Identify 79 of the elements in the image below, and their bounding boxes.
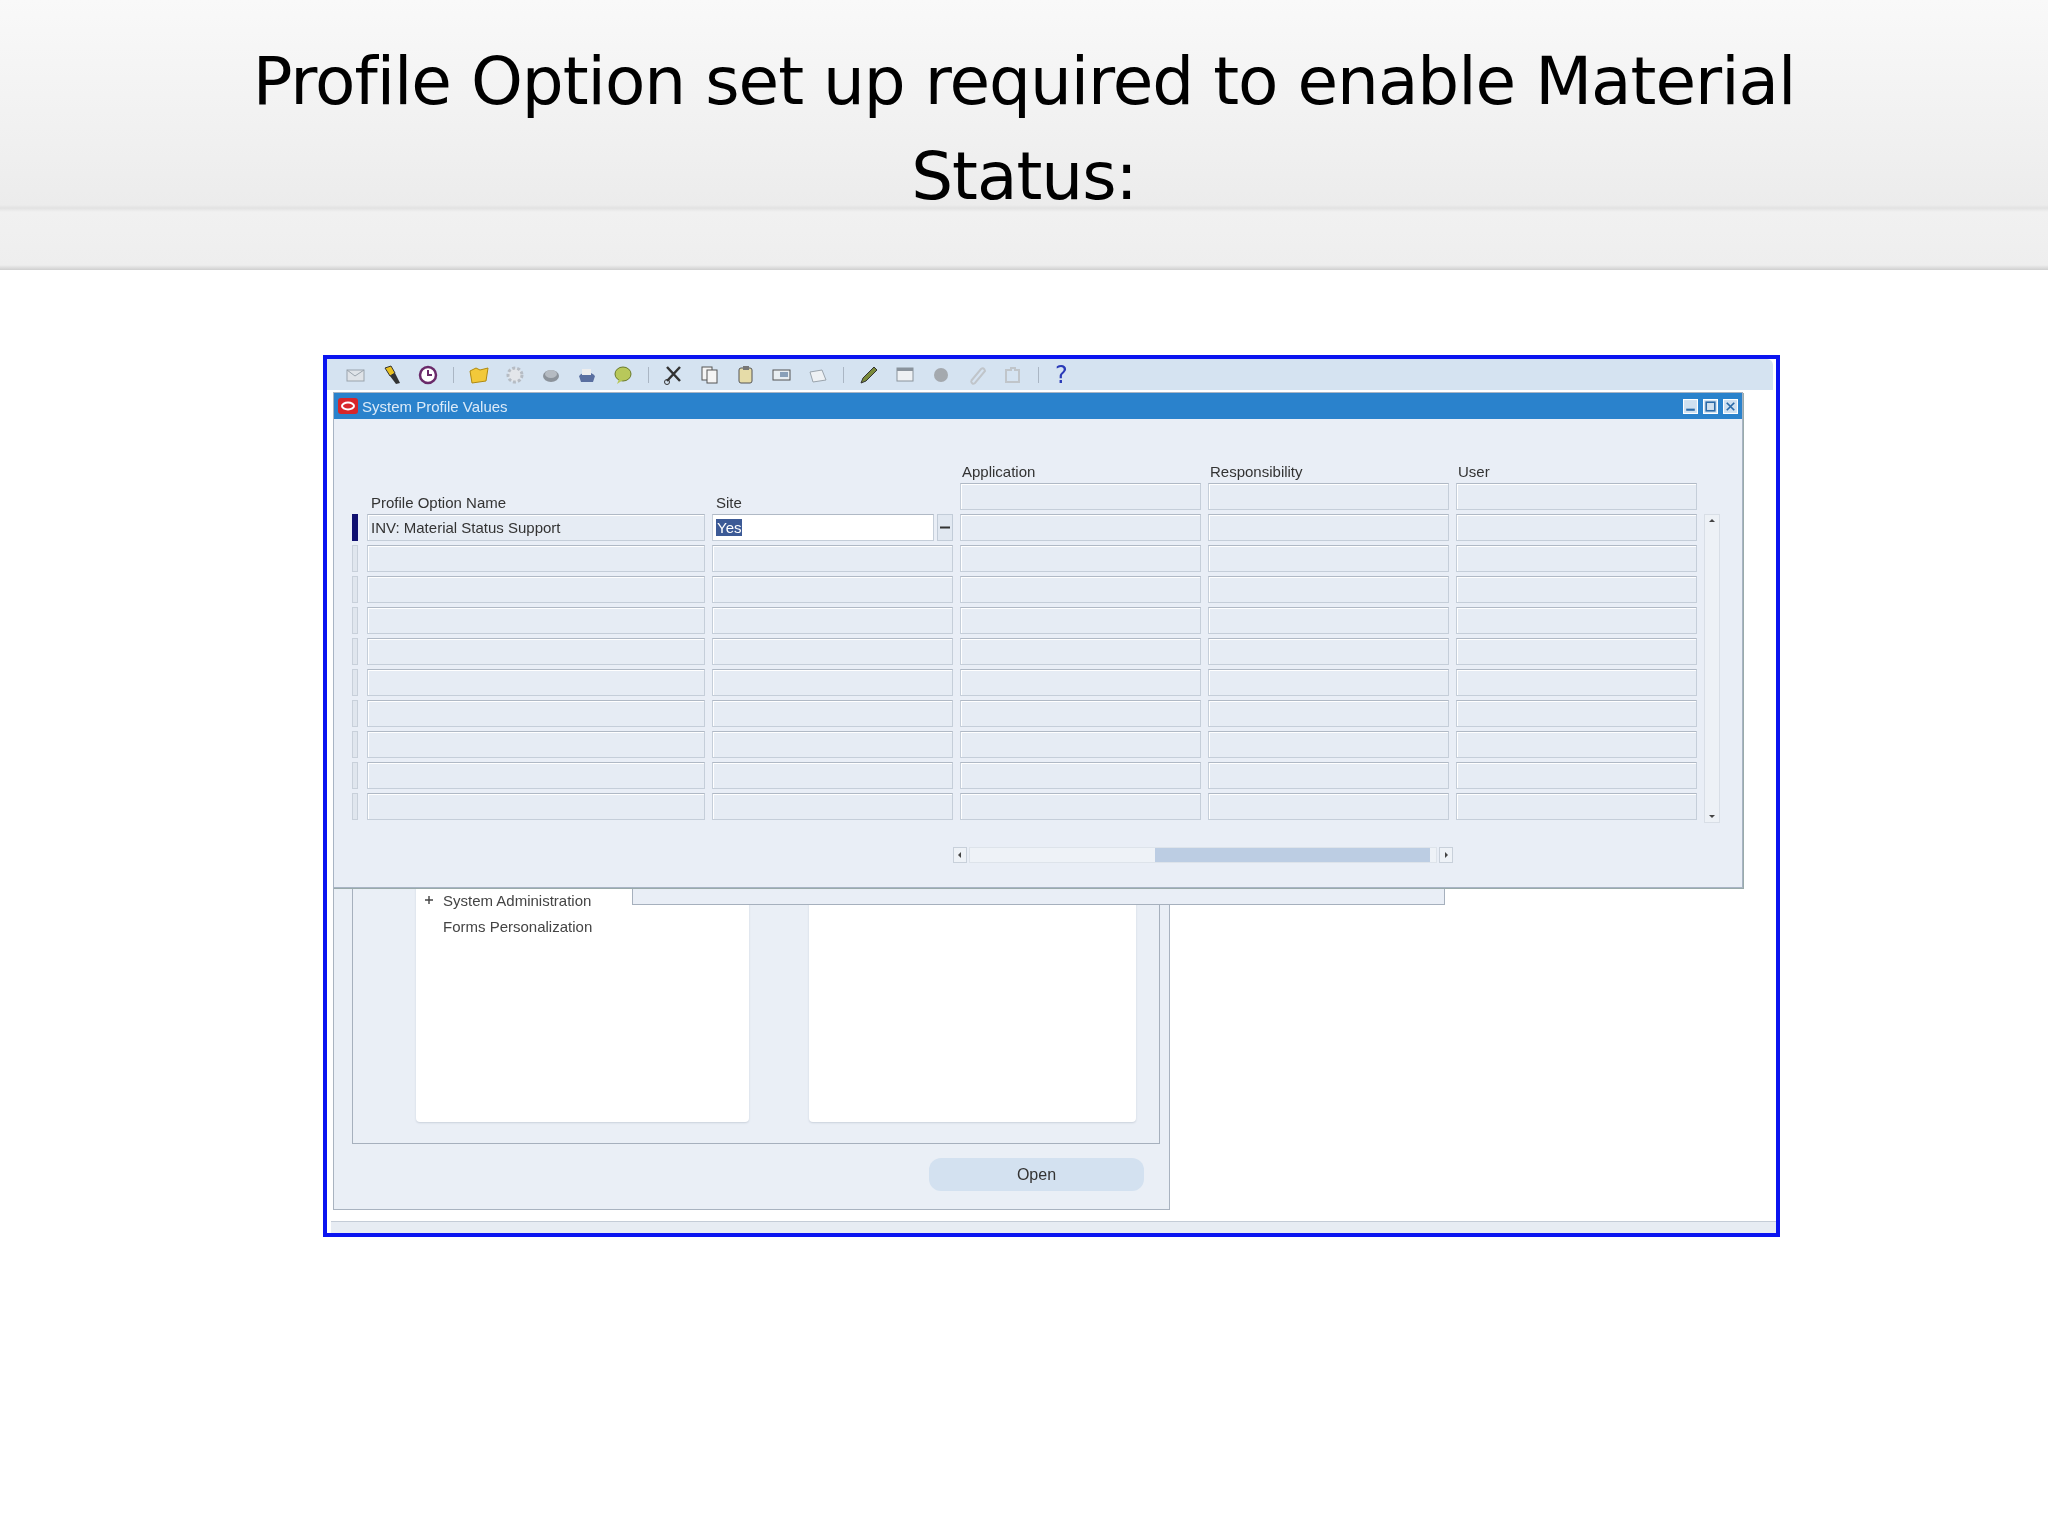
input-field[interactable] bbox=[960, 669, 1201, 696]
input-field[interactable] bbox=[1456, 576, 1697, 603]
input-field[interactable] bbox=[367, 793, 705, 820]
maximize-icon[interactable] bbox=[1703, 398, 1718, 414]
input-field[interactable] bbox=[1208, 669, 1449, 696]
input-field[interactable]: INV: Material Status Support bbox=[367, 514, 705, 541]
input-field[interactable] bbox=[960, 483, 1201, 510]
input-field[interactable] bbox=[1208, 762, 1449, 789]
input-field[interactable] bbox=[712, 545, 953, 572]
input-field[interactable] bbox=[367, 638, 705, 665]
input-field[interactable] bbox=[1456, 607, 1697, 634]
input-field[interactable] bbox=[712, 638, 953, 665]
input-field[interactable] bbox=[367, 762, 705, 789]
slide-title: Profile Option set up required to enable Material Status: bbox=[251, 42, 1797, 217]
input-field[interactable] bbox=[1456, 545, 1697, 572]
input-field[interactable] bbox=[712, 700, 953, 727]
input-field[interactable] bbox=[367, 607, 705, 634]
input-field[interactable] bbox=[960, 793, 1201, 820]
input-field[interactable] bbox=[1456, 762, 1697, 789]
input-field[interactable] bbox=[1456, 638, 1697, 665]
input-field[interactable] bbox=[960, 576, 1201, 603]
list-of-values-button[interactable] bbox=[937, 514, 953, 541]
input-field[interactable] bbox=[1456, 731, 1697, 758]
navigator-item[interactable]: Forms Personalization bbox=[443, 917, 593, 935]
scroll-right-icon[interactable] bbox=[1439, 847, 1453, 863]
input-field[interactable] bbox=[1208, 576, 1449, 603]
input-field[interactable] bbox=[1208, 514, 1449, 541]
input-field[interactable] bbox=[1456, 669, 1697, 696]
record-indicator[interactable] bbox=[352, 514, 358, 541]
horizontal-scrollbar[interactable] bbox=[953, 846, 1453, 864]
navigator-item[interactable]: System Administration bbox=[443, 891, 592, 909]
input-field[interactable] bbox=[367, 576, 705, 603]
help-icon[interactable]: ? bbox=[1055, 362, 1068, 387]
input-field[interactable] bbox=[712, 607, 953, 634]
input-field[interactable] bbox=[367, 700, 705, 727]
column-header: User bbox=[1457, 463, 1491, 482]
input-field[interactable]: Yes bbox=[712, 514, 934, 541]
input-field[interactable] bbox=[1456, 793, 1697, 820]
column-header: Responsibility bbox=[1209, 463, 1304, 482]
input-field[interactable] bbox=[367, 545, 705, 572]
window-title: System Profile Values bbox=[362, 397, 508, 415]
input-field[interactable] bbox=[712, 576, 953, 603]
input-field[interactable] bbox=[960, 731, 1201, 758]
column-header: Profile Option Name bbox=[370, 494, 508, 513]
input-field[interactable] bbox=[1456, 700, 1697, 727]
copy-icon[interactable] bbox=[699, 363, 721, 386]
input-field[interactable] bbox=[960, 700, 1201, 727]
input-field[interactable] bbox=[1456, 483, 1697, 510]
scroll-left-icon[interactable] bbox=[953, 847, 967, 863]
input-field[interactable] bbox=[960, 545, 1201, 572]
close-icon[interactable] bbox=[1723, 398, 1738, 414]
input-field[interactable] bbox=[1208, 607, 1449, 634]
input-field[interactable] bbox=[960, 607, 1201, 634]
input-field[interactable] bbox=[712, 793, 953, 820]
open-button[interactable]: Open bbox=[929, 1158, 1144, 1191]
clock-icon[interactable] bbox=[417, 363, 439, 386]
input-field[interactable] bbox=[960, 638, 1201, 665]
scrollbar-thumb[interactable] bbox=[1155, 848, 1430, 862]
app-logo-icon bbox=[338, 398, 358, 414]
speech-bubble-icon[interactable] bbox=[612, 363, 634, 386]
input-field[interactable] bbox=[1208, 731, 1449, 758]
input-field[interactable] bbox=[367, 731, 705, 758]
input-field[interactable] bbox=[960, 762, 1201, 789]
input-field[interactable] bbox=[1208, 545, 1449, 572]
input-field[interactable] bbox=[712, 731, 953, 758]
vertical-scrollbar[interactable] bbox=[1704, 514, 1720, 823]
column-header: Application bbox=[961, 463, 1037, 482]
input-field[interactable] bbox=[712, 669, 953, 696]
input-field[interactable] bbox=[1208, 638, 1449, 665]
minimize-icon[interactable] bbox=[1683, 398, 1698, 414]
input-field[interactable] bbox=[1208, 700, 1449, 727]
input-field[interactable] bbox=[367, 669, 705, 696]
expand-icon[interactable] bbox=[424, 895, 434, 905]
column-header: Site bbox=[715, 494, 743, 513]
input-field[interactable] bbox=[1208, 483, 1449, 510]
input-field[interactable] bbox=[1456, 514, 1697, 541]
input-field[interactable] bbox=[712, 762, 953, 789]
input-field[interactable] bbox=[960, 514, 1201, 541]
input-field[interactable] bbox=[1208, 793, 1449, 820]
